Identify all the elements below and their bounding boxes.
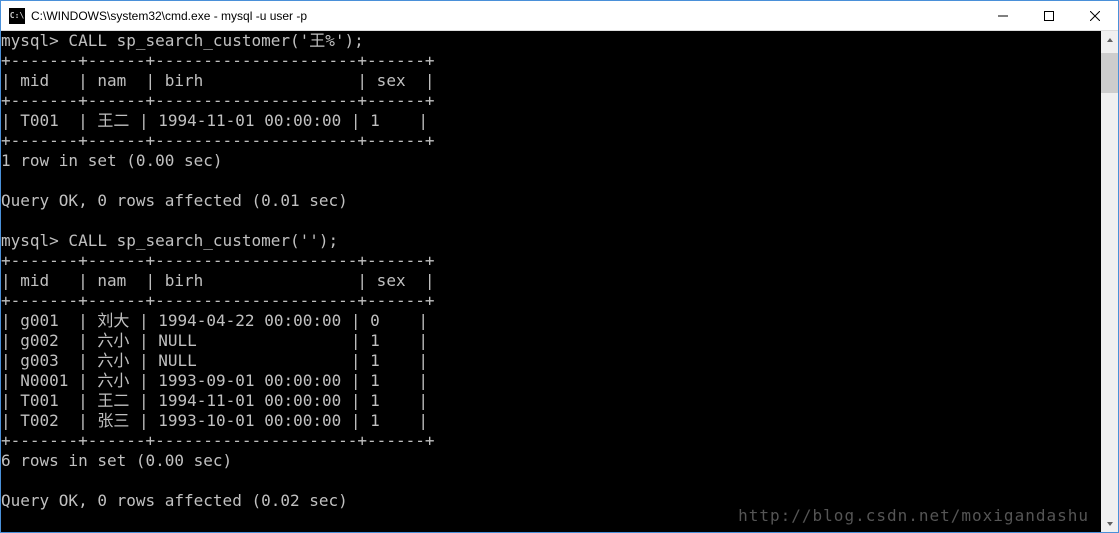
vertical-scrollbar[interactable] xyxy=(1101,31,1118,532)
client-area: mysql> CALL sp_search_customer('王%'); +-… xyxy=(1,31,1118,532)
watermark-text: http://blog.csdn.net/moxigandashu xyxy=(738,506,1089,525)
maximize-button[interactable] xyxy=(1026,1,1072,30)
window-title: C:\WINDOWS\system32\cmd.exe - mysql -u u… xyxy=(31,9,980,23)
minimize-button[interactable] xyxy=(980,1,1026,30)
scroll-up-button[interactable] xyxy=(1101,31,1118,48)
scroll-down-button[interactable] xyxy=(1101,515,1118,532)
titlebar[interactable]: C:\ C:\WINDOWS\system32\cmd.exe - mysql … xyxy=(1,1,1118,31)
window-controls xyxy=(980,1,1118,30)
scroll-thumb[interactable] xyxy=(1101,53,1118,93)
terminal-output[interactable]: mysql> CALL sp_search_customer('王%'); +-… xyxy=(1,31,1101,532)
scroll-track[interactable] xyxy=(1101,48,1118,515)
cmd-icon: C:\ xyxy=(9,8,25,24)
cmd-window: C:\ C:\WINDOWS\system32\cmd.exe - mysql … xyxy=(0,0,1119,533)
close-button[interactable] xyxy=(1072,1,1118,30)
